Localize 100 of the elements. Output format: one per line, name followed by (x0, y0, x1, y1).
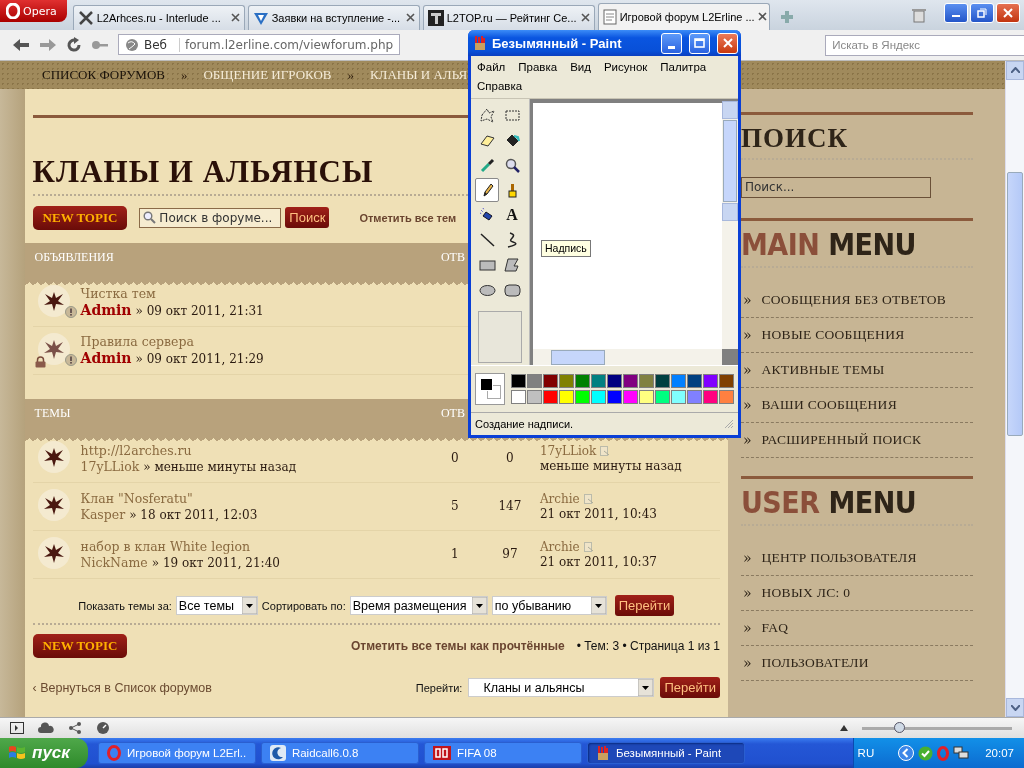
browser-tab[interactable]: L2TOP.ru — Рейтинг Се... (422, 4, 595, 30)
scrollbar[interactable] (1005, 60, 1024, 718)
menu-item[interactable]: Файл (477, 58, 506, 77)
go-button[interactable]: Перейти (614, 595, 675, 617)
close-button[interactable] (996, 3, 1020, 23)
menu-item[interactable]: Вид (570, 58, 591, 77)
new-topic-button[interactable]: NEW TOPIC (32, 205, 128, 230)
taskbar-button[interactable]: Игровой форум L2Erl... (97, 742, 256, 764)
forward-icon[interactable] (39, 36, 57, 53)
color-swatch[interactable] (623, 374, 638, 388)
color-swatch[interactable] (639, 390, 654, 404)
close-icon[interactable] (230, 13, 240, 23)
color-swatch[interactable] (559, 374, 574, 388)
menu-link[interactable]: НОВЫЕ СООБЩЕНИЯ (761, 326, 905, 343)
color-swatch[interactable] (543, 374, 558, 388)
color-swatch[interactable] (687, 390, 702, 404)
forum-jump-dropdown[interactable]: Кланы и альянсы (468, 678, 655, 698)
browser-tab[interactable]: L2Arhces.ru - Interlude ... (72, 4, 245, 30)
color-swatch[interactable] (687, 374, 702, 388)
color-swatch[interactable] (607, 374, 622, 388)
breadcrumb-link[interactable]: СПИСОК ФОРУМОВ (42, 66, 165, 83)
color-swatch[interactable] (527, 374, 542, 388)
menu-link[interactable]: АКТИВНЫЕ ТЕМЫ (761, 361, 885, 378)
menu-item[interactable]: Справка (477, 77, 523, 96)
network-computers-icon[interactable] (953, 745, 970, 761)
color-swatch[interactable] (703, 390, 718, 404)
browser-tab[interactable]: Заявки на вступление -... (247, 4, 420, 30)
color-swatch[interactable] (511, 390, 526, 404)
author-link[interactable]: NickName (80, 554, 148, 570)
author-link[interactable]: Kasper (80, 506, 126, 522)
color-swatch[interactable] (575, 374, 590, 388)
chevron-icon[interactable] (898, 745, 915, 761)
reload-icon[interactable] (66, 36, 82, 53)
close-button[interactable] (717, 32, 738, 54)
menu-link[interactable]: СООБЩЕНИЯ БЕЗ ОТВЕТОВ (761, 291, 947, 308)
minimize-button[interactable] (944, 3, 968, 23)
order-dropdown[interactable]: по убыванию (491, 596, 607, 616)
color-swatch[interactable] (511, 374, 526, 388)
window-title-bar[interactable]: Безымянный - Paint (468, 30, 741, 56)
forum-search-field[interactable]: Поиск в форуме... (139, 207, 282, 228)
mark-all-read-link[interactable]: Отметить все темы как прочтённые (351, 638, 565, 653)
slider-thumb[interactable] (893, 721, 905, 733)
tool-button[interactable]: A (500, 203, 524, 227)
topic-link[interactable]: Чистка тем (80, 286, 156, 302)
color-swatch[interactable] (655, 390, 670, 404)
last-post-author-link[interactable]: 17yLLiok (539, 443, 597, 458)
trash-icon[interactable] (911, 6, 927, 23)
color-swatch[interactable] (639, 374, 654, 388)
color-swatch[interactable] (703, 374, 718, 388)
menu-item[interactable]: Правка (518, 58, 558, 77)
color-swatch[interactable] (655, 374, 670, 388)
menu-link[interactable]: FAQ (761, 619, 789, 636)
close-icon[interactable] (580, 13, 590, 23)
back-icon[interactable] (12, 36, 30, 53)
topic-link[interactable]: Клан "Nosferatu" (80, 490, 193, 506)
menu-link[interactable]: ПОЛЬЗОВАТЕЛИ (761, 654, 869, 671)
taskbar-button[interactable]: Raidcall6.0.8 (260, 742, 419, 764)
topic-link[interactable]: http://l2arches.ru (80, 442, 192, 458)
menu-link[interactable]: ВАШИ СООБЩЕНИЯ (761, 396, 897, 413)
mark-read-link[interactable]: Отметить все тем (359, 211, 457, 224)
scroll-down-button[interactable] (1006, 698, 1024, 718)
cloud-icon[interactable] (38, 722, 54, 735)
color-swatch[interactable] (719, 374, 734, 388)
author-link[interactable]: Admin (80, 350, 132, 367)
current-colors-swatch[interactable] (475, 373, 505, 405)
key-icon[interactable] (91, 38, 109, 51)
start-button[interactable]: пуск (0, 738, 88, 768)
close-icon[interactable] (405, 13, 415, 23)
taskbar-button[interactable]: Безымянный - Paint (586, 742, 745, 764)
period-dropdown[interactable]: Все темы (175, 596, 258, 616)
back-link[interactable]: ‹ Вернуться в Список форумов (32, 680, 212, 695)
address-field[interactable]: Веб forum.l2erline.com/viewforum.php (118, 34, 401, 56)
menu-link[interactable]: НОВЫХ ЛС: 0 (761, 584, 851, 601)
color-swatch[interactable] (719, 390, 734, 404)
speedometer-icon[interactable] (96, 721, 110, 736)
color-swatch[interactable] (591, 374, 606, 388)
search-button[interactable]: Поиск (285, 207, 330, 229)
color-swatch[interactable] (607, 390, 622, 404)
sort-dropdown[interactable]: Время размещения (349, 596, 488, 616)
color-swatch[interactable] (591, 390, 606, 404)
last-post-author-link[interactable]: Archie (539, 491, 580, 506)
restore-button[interactable] (970, 3, 994, 23)
topic-link[interactable]: Правила сервера (80, 334, 194, 350)
resize-grip-icon[interactable] (724, 419, 734, 429)
maximize-button[interactable] (689, 32, 710, 54)
search-field[interactable]: Искать в Яндекс (825, 34, 1024, 56)
new-tab-icon[interactable] (778, 8, 795, 25)
shield-check-icon[interactable] (918, 745, 934, 761)
taskbar-button[interactable]: FIFA 08 (423, 742, 582, 764)
color-swatch[interactable] (671, 374, 686, 388)
network-icon[interactable] (68, 721, 82, 736)
new-topic-button[interactable]: NEW TOPIC (32, 633, 128, 658)
vertical-scrollbar[interactable] (722, 101, 738, 349)
tool-button[interactable] (475, 178, 499, 202)
last-post-author-link[interactable]: Archie (539, 539, 580, 554)
menu-item[interactable]: Палитра (660, 58, 707, 77)
color-swatch[interactable] (623, 390, 638, 404)
color-swatch[interactable] (671, 390, 686, 404)
color-swatch[interactable] (575, 390, 590, 404)
author-link[interactable]: 17yLLiok (80, 458, 140, 474)
